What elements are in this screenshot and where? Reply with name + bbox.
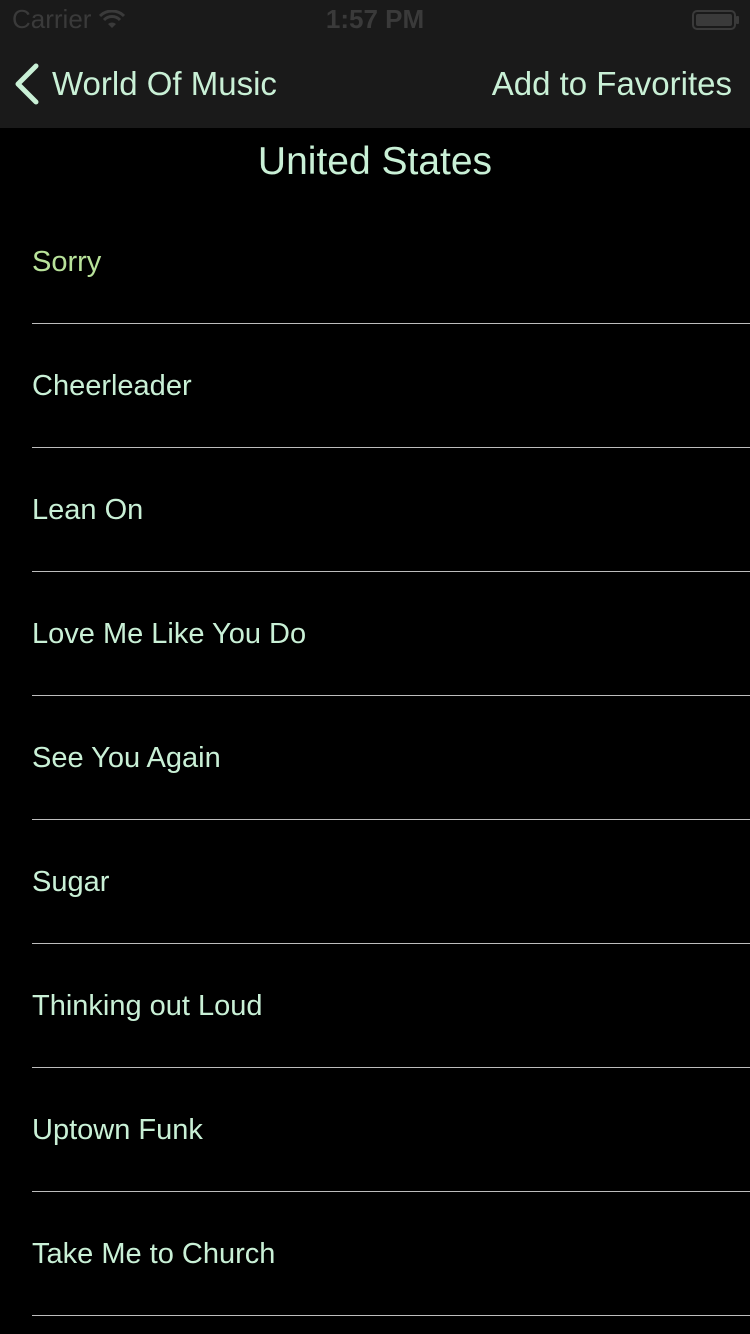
nav-bar: World Of Music Add to Favorites (0, 40, 750, 128)
back-button[interactable]: World Of Music (14, 40, 277, 128)
list-item[interactable]: Take Me to Church (0, 1192, 750, 1316)
song-title: Take Me to Church (32, 1237, 276, 1270)
song-title: Sorry (32, 245, 102, 278)
song-title: Lean On (32, 493, 144, 526)
song-title: See You Again (32, 741, 221, 774)
list-item[interactable]: Sorry (0, 200, 750, 324)
list-item[interactable]: Lean On (0, 448, 750, 572)
battery-icon (692, 10, 739, 30)
song-title: Sugar (32, 865, 110, 898)
list-item[interactable]: Sugar (0, 820, 750, 944)
row-divider (32, 1315, 750, 1316)
song-title: Uptown Funk (32, 1113, 203, 1146)
list-item[interactable]: Uptown Funk (0, 1068, 750, 1192)
status-time: 1:57 PM (325, 4, 425, 34)
list-item[interactable]: Love Me Like You Do (0, 572, 750, 696)
list-item[interactable]: Cheerleader (0, 324, 750, 448)
status-bar: Carrier 1:57 PM (0, 0, 750, 40)
chevron-left-icon (15, 63, 39, 105)
page-title: United States (257, 140, 493, 183)
list-item[interactable]: See You Again (0, 696, 750, 820)
song-title: Thinking out Loud (32, 989, 263, 1022)
list-item[interactable]: Thinking out Loud (0, 944, 750, 1068)
add-to-favorites-button[interactable]: Add to Favorites (492, 40, 732, 128)
screen: Carrier 1:57 PM World Of Music Add to Fa… (0, 0, 750, 1334)
song-list: Sorry Cheerleader Lean On Love Me Like Y… (0, 200, 750, 1316)
back-button-label: World Of Music (52, 65, 277, 102)
song-title: Love Me Like You Do (32, 617, 307, 650)
song-title: Cheerleader (32, 369, 192, 402)
